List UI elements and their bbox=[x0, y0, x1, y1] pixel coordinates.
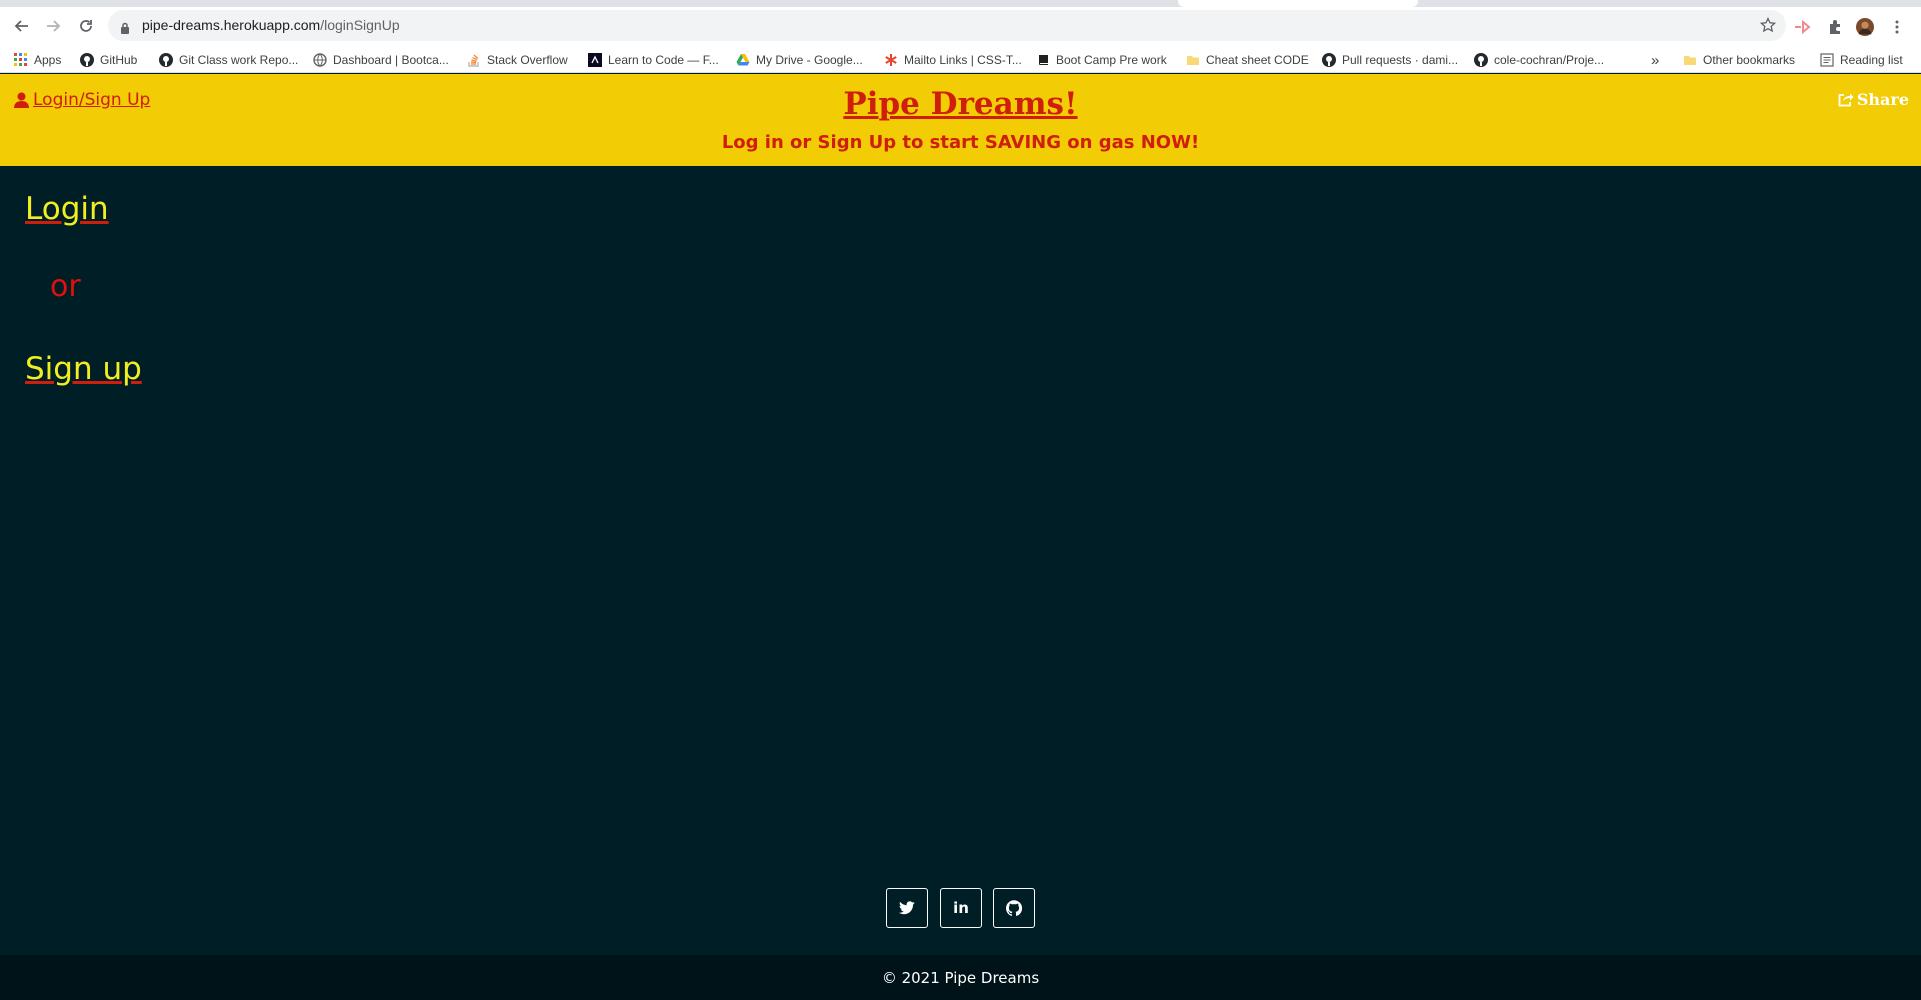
back-button[interactable] bbox=[10, 14, 34, 38]
login-link[interactable]: Login bbox=[25, 191, 109, 227]
site-subtitle: Log in or Sign Up to start SAVING on gas… bbox=[721, 132, 1200, 153]
bookmark-dashboard[interactable]: Dashboard | Bootca... bbox=[313, 51, 449, 69]
linkedin-button[interactable]: in bbox=[940, 888, 982, 928]
url-text: pipe-dreams.herokuapp.com/loginSignUp bbox=[142, 17, 400, 33]
copyright-text: © 2021 Pipe Dreams bbox=[881, 968, 1040, 987]
site-title[interactable]: Pipe Dreams! bbox=[0, 86, 1921, 122]
share-icon bbox=[1838, 93, 1854, 107]
reading-list-label: Reading list bbox=[1840, 53, 1903, 67]
profile-avatar[interactable] bbox=[1856, 18, 1874, 36]
url-host: pipe-dreams.herokuapp.com bbox=[142, 17, 321, 33]
github-button[interactable] bbox=[993, 888, 1035, 928]
lock-icon bbox=[120, 19, 130, 38]
other-bookmarks-label: Other bookmarks bbox=[1703, 53, 1796, 67]
bookmark-cole-cochran[interactable]: cole-cochran/Proje... bbox=[1474, 51, 1604, 69]
browser-toolbar: pipe-dreams.herokuapp.com/loginSignUp bbox=[0, 7, 1921, 45]
bookmark-boot-camp-pre-work[interactable]: Boot Camp Pre work bbox=[1036, 51, 1167, 69]
apps-grid-icon bbox=[14, 53, 27, 66]
bookmark-label: Learn to Code — F... bbox=[608, 53, 719, 67]
folder-icon bbox=[1684, 56, 1696, 65]
active-tab[interactable] bbox=[1178, 0, 1418, 7]
bookmark-label: cole-cochran/Proje... bbox=[1494, 53, 1605, 67]
reading-list-icon bbox=[1820, 53, 1834, 67]
book-icon bbox=[1039, 55, 1048, 65]
arrow-right-icon bbox=[47, 20, 61, 32]
bookmark-css-tricks[interactable]: Mailto Links | CSS-T... bbox=[884, 51, 1022, 69]
url-path: /loginSignUp bbox=[320, 17, 400, 33]
bookmark-git-class-work[interactable]: Git Class work Repo... bbox=[159, 51, 298, 69]
bookmark-label: Pull requests · dami... bbox=[1342, 53, 1459, 67]
css-tricks-icon bbox=[885, 54, 897, 66]
bookmark-freecodecamp[interactable]: Learn to Code — F... bbox=[588, 51, 719, 69]
forward-button[interactable] bbox=[41, 14, 65, 38]
address-bar[interactable]: pipe-dreams.herokuapp.com/loginSignUp bbox=[108, 10, 1786, 41]
globe-icon bbox=[313, 53, 327, 67]
site-footer: © 2021 Pipe Dreams bbox=[0, 955, 1921, 1000]
tab-strip bbox=[0, 0, 1921, 7]
twitter-button[interactable] bbox=[886, 888, 928, 928]
share-label: Share bbox=[1856, 90, 1909, 109]
bookmark-label: Boot Camp Pre work bbox=[1056, 53, 1167, 67]
bookmark-label: Mailto Links | CSS-T... bbox=[904, 53, 1022, 67]
bookmark-apps[interactable]: Apps bbox=[14, 51, 61, 69]
extension-icon[interactable] bbox=[1794, 18, 1812, 36]
bookmark-label: Git Class work Repo... bbox=[179, 53, 299, 67]
bookmark-label: Stack Overflow bbox=[487, 53, 568, 67]
bookmarks-bar: Apps GitHub Git Class work Repo... Dashb… bbox=[0, 45, 1921, 73]
folder-icon bbox=[1187, 56, 1199, 65]
bookmark-label: Dashboard | Bootca... bbox=[333, 53, 449, 67]
arrow-left-icon bbox=[14, 20, 28, 32]
stackoverflow-icon bbox=[468, 54, 479, 67]
github-icon bbox=[159, 53, 173, 67]
bookmark-star-icon[interactable] bbox=[1759, 16, 1777, 37]
share-button[interactable]: Share bbox=[1838, 90, 1909, 109]
or-separator: or bbox=[50, 269, 81, 304]
bookmark-google-drive[interactable]: My Drive - Google... bbox=[736, 51, 863, 69]
github-icon bbox=[1006, 900, 1022, 916]
other-bookmarks[interactable]: Other bookmarks bbox=[1683, 51, 1795, 69]
github-icon bbox=[1322, 53, 1336, 67]
bookmark-label: My Drive - Google... bbox=[756, 53, 863, 67]
bookmark-label: Apps bbox=[34, 53, 62, 67]
bookmark-github[interactable]: GitHub bbox=[80, 51, 137, 69]
github-icon bbox=[1474, 53, 1488, 67]
extensions-puzzle-icon[interactable] bbox=[1826, 18, 1844, 36]
google-drive-icon bbox=[736, 54, 750, 66]
reading-list[interactable]: Reading list bbox=[1820, 51, 1903, 69]
bookmark-stack-overflow[interactable]: Stack Overflow bbox=[467, 51, 568, 69]
site-header: Login/Sign Up Pipe Dreams! Log in or Sig… bbox=[0, 74, 1921, 166]
twitter-icon bbox=[899, 901, 915, 915]
reload-icon bbox=[80, 20, 92, 32]
bookmark-label: GitHub bbox=[100, 53, 138, 67]
chevron-double-right-icon: » bbox=[1651, 51, 1660, 69]
reload-button[interactable] bbox=[74, 14, 98, 38]
bookmark-cheat-sheet-code[interactable]: Cheat sheet CODE bbox=[1186, 51, 1309, 69]
linkedin-icon: in bbox=[953, 899, 969, 917]
bookmark-label: Cheat sheet CODE bbox=[1206, 53, 1309, 67]
bookmark-pull-requests[interactable]: Pull requests · dami... bbox=[1322, 51, 1458, 69]
github-icon bbox=[80, 53, 94, 67]
kebab-menu-icon[interactable] bbox=[1888, 18, 1906, 36]
freecodecamp-icon bbox=[588, 53, 602, 67]
bookmarks-overflow-button[interactable]: » bbox=[1651, 51, 1659, 69]
signup-link[interactable]: Sign up bbox=[25, 351, 142, 387]
